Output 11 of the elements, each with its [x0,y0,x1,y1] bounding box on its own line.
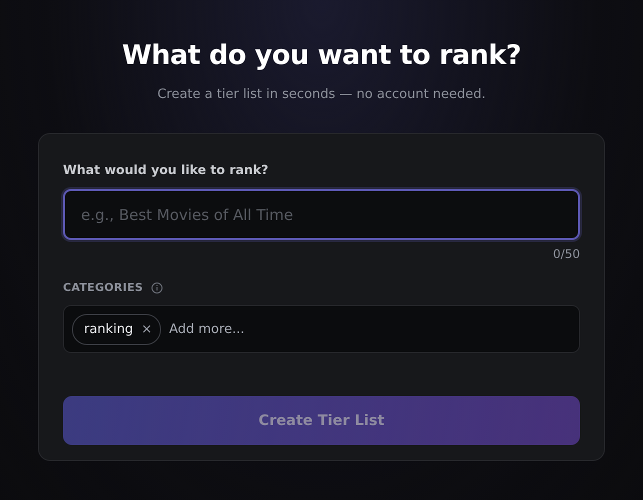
character-counter: 0/50 [553,246,580,262]
field-label: What would you like to rank? [63,161,270,179]
add-tag-input[interactable]: Add more... [167,320,571,338]
page-title: What do you want to rank? [122,39,521,73]
topic-input-field[interactable]: e.g., Best Movies of All Time [63,189,580,240]
section-label: CATEGORIES [63,281,144,295]
remove-tag-button[interactable]: × [141,322,152,336]
tag-text: ranking [84,322,134,336]
page-subtitle: Create a tier list in seconds — no account needed. [157,86,486,104]
info-icon[interactable] [151,282,164,294]
tag-input-field[interactable]: ranking × Add more... [63,305,580,353]
